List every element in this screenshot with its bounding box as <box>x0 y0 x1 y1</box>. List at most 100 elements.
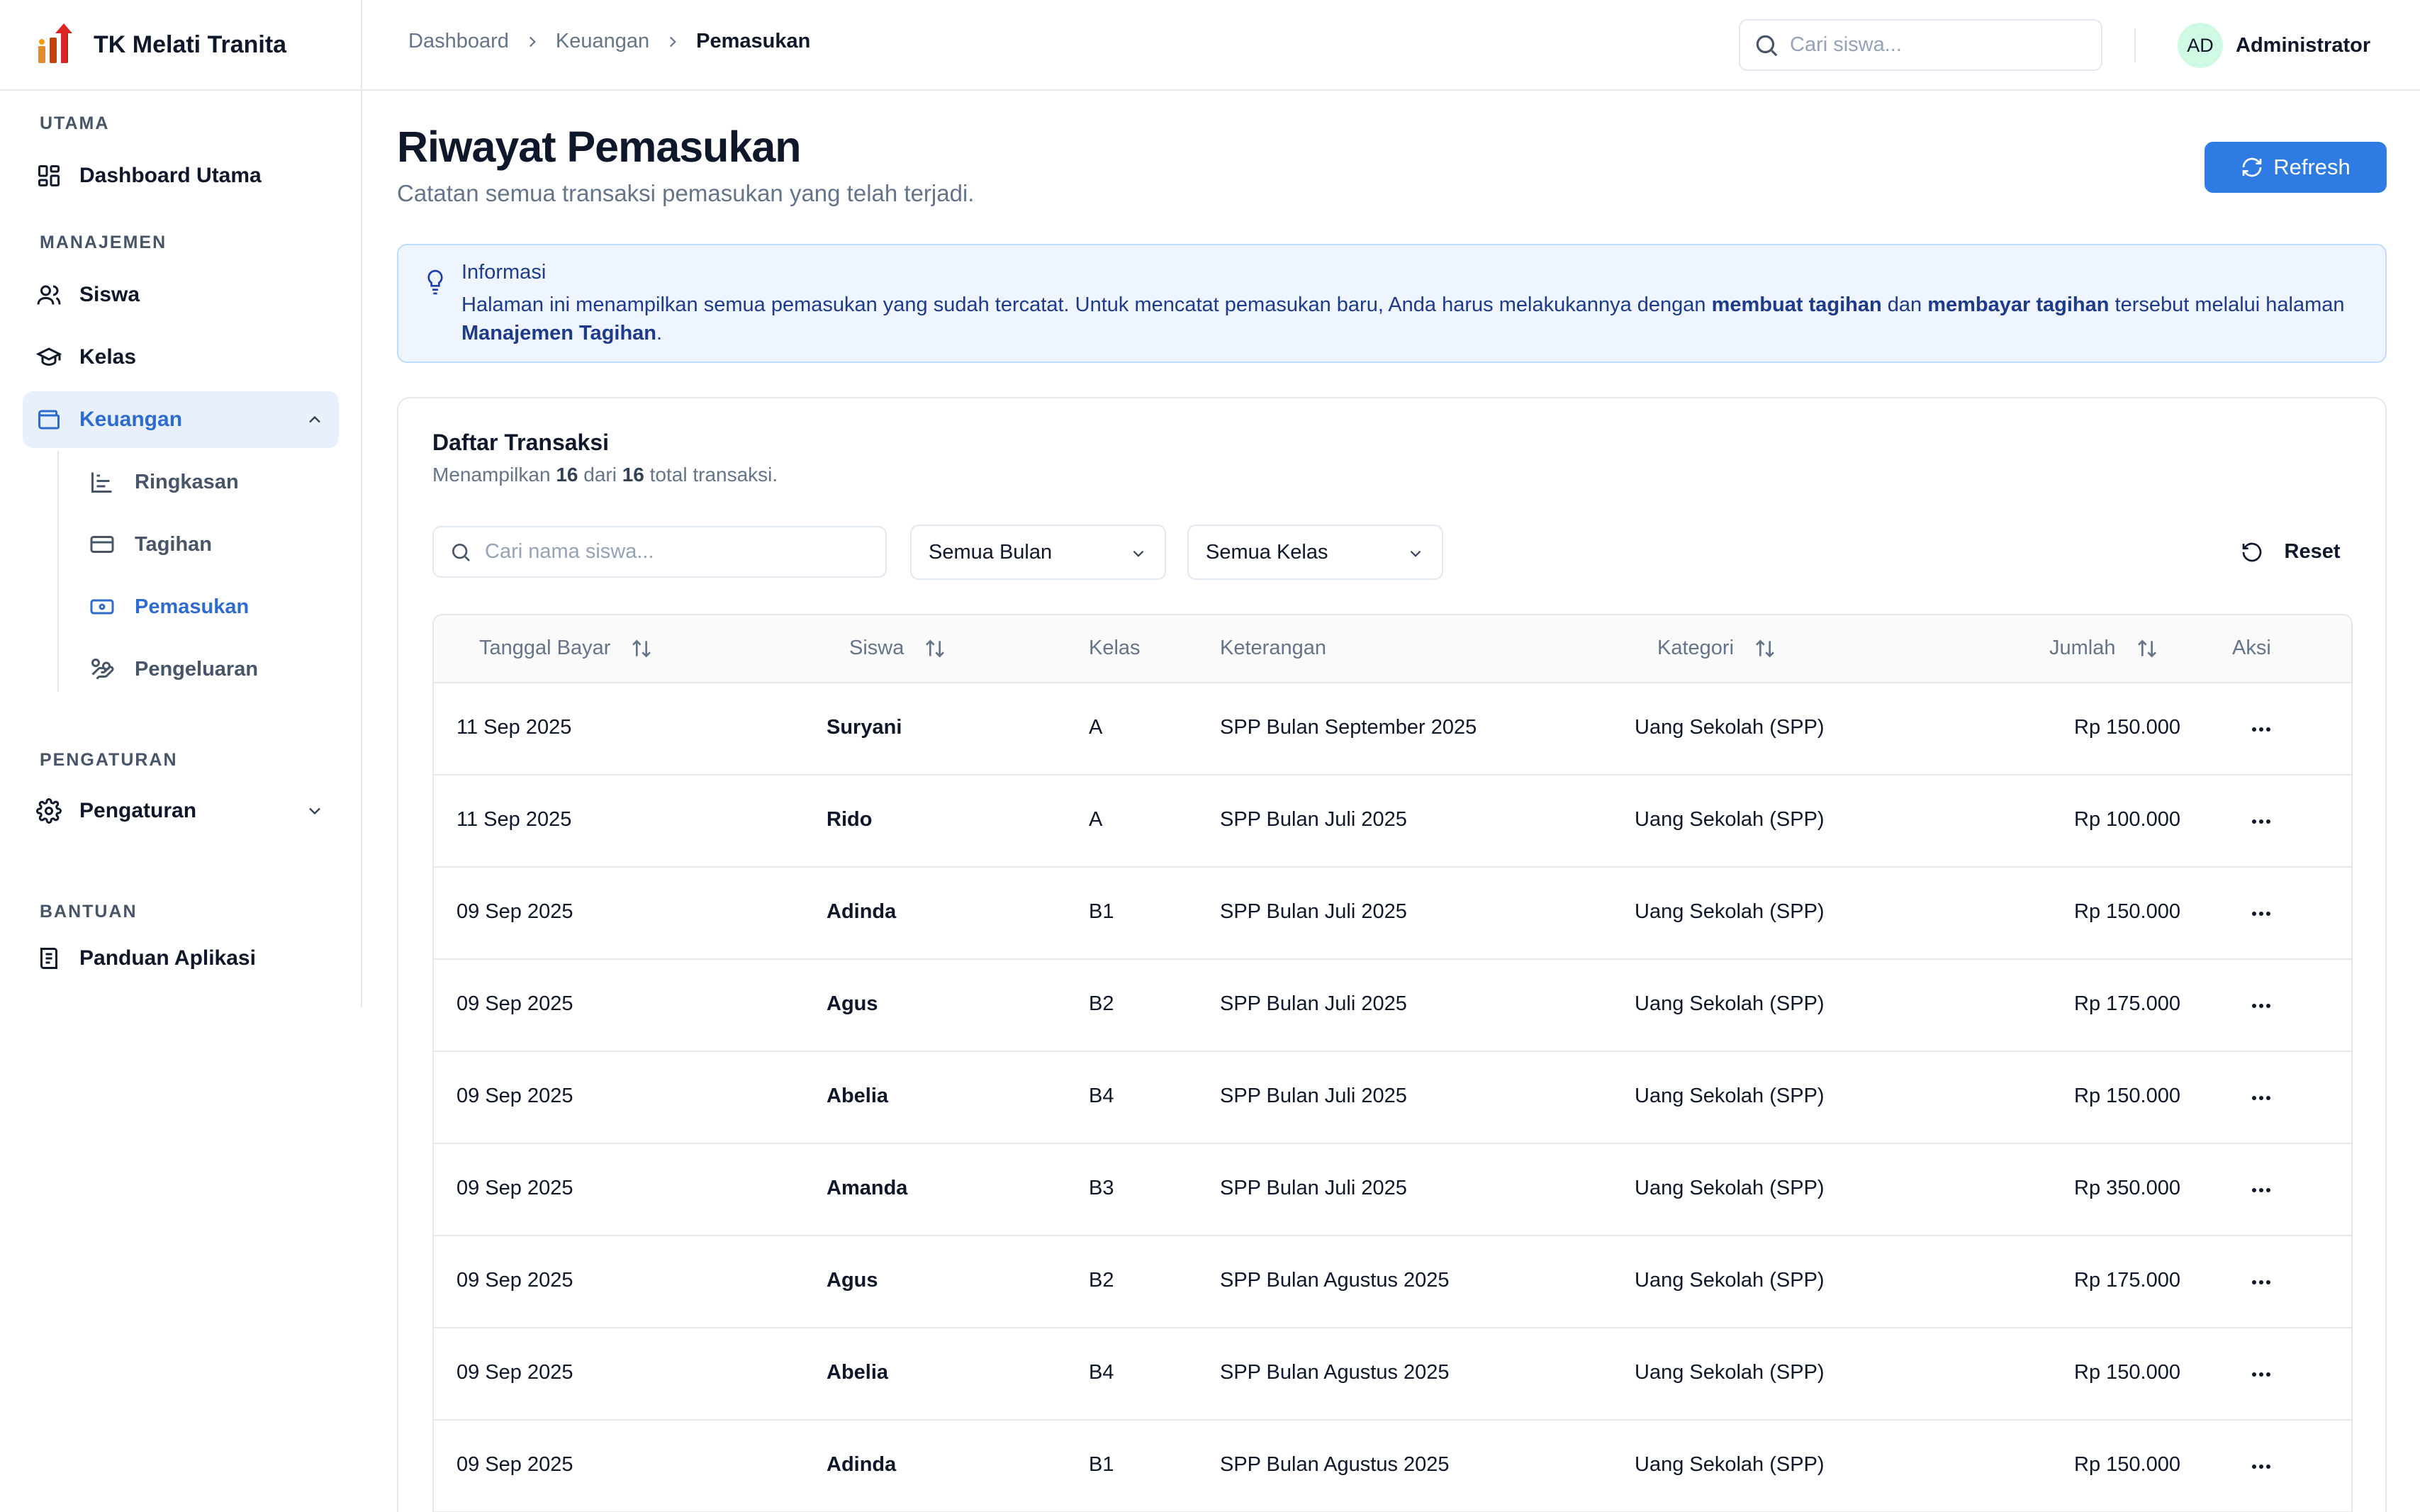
cell-kelas: B2 <box>1089 1269 1114 1292</box>
chevron-down-icon <box>1133 550 1144 557</box>
sidebar-item-siswa[interactable]: Siswa <box>23 267 339 323</box>
th-label: Tanggal Bayar <box>479 637 611 659</box>
cell-siswa: Rido <box>827 808 873 831</box>
header-divider <box>2134 28 2136 62</box>
top-search-input[interactable] <box>1790 33 2101 57</box>
table-header: Tanggal Bayar Siswa Kelas Keterangan Kat… <box>434 615 2351 683</box>
cell-kelas: A <box>1089 808 1103 831</box>
row-actions-button[interactable] <box>2247 1272 2275 1293</box>
section-label-bantuan: BANTUAN <box>40 902 138 922</box>
wallet-icon <box>35 406 62 433</box>
sort-icon <box>2137 639 2156 658</box>
th-kategori[interactable]: Kategori <box>1657 637 1776 660</box>
sidebar-item-pengaturan[interactable]: Pengaturan <box>23 783 339 839</box>
info-bold-membuat-tagihan: membuat tagihan <box>1711 293 1882 316</box>
class-filter-value: Semua Kelas <box>1206 540 1328 564</box>
avatar: AD <box>2178 23 2223 68</box>
cell-kategori: Uang Sekolah (SPP) <box>1635 1269 1825 1292</box>
row-actions-button[interactable] <box>2247 1180 2275 1201</box>
sidebar-item-label: Panduan Aplikasi <box>79 946 256 970</box>
refresh-icon <box>2242 157 2262 177</box>
info-link-manajemen-tagihan[interactable]: Manajemen Tagihan <box>461 322 656 345</box>
more-dot-icon <box>2266 1188 2270 1192</box>
card-title: Daftar Transaksi <box>432 430 610 455</box>
bar-chart-logo-icon <box>38 23 72 63</box>
info-title: Informasi <box>461 261 547 284</box>
info-text-part: dan <box>1881 293 1928 316</box>
th-siswa[interactable]: Siswa <box>849 637 946 660</box>
cell-kategori: Uang Sekolah (SPP) <box>1635 900 1825 923</box>
th-jumlah[interactable]: Jumlah <box>2049 637 2158 660</box>
cell-siswa: Abelia <box>827 1361 889 1384</box>
row-actions-button[interactable] <box>2247 1364 2275 1385</box>
sidebar: TK Melati Tranita UTAMA Dashboard Utama … <box>0 0 362 1008</box>
sidebar-subitem-ringkasan[interactable]: Ringkasan <box>88 457 339 508</box>
sidebar-item-panduan[interactable]: Panduan Aplikasi <box>23 930 339 987</box>
row-actions-button[interactable] <box>2247 811 2275 832</box>
month-filter-select[interactable]: Semua Bulan <box>910 525 1166 580</box>
cell-siswa: Agus <box>827 992 878 1015</box>
cell-jumlah: Rp 150.000 <box>2074 1085 2180 1107</box>
refresh-button[interactable]: Refresh <box>2205 142 2387 193</box>
brand[interactable]: TK Melati Tranita <box>0 0 361 91</box>
row-actions-button[interactable] <box>2247 1087 2275 1109</box>
banknote-icon <box>88 593 116 621</box>
reset-button[interactable]: Reset <box>2223 526 2358 578</box>
cell-kategori: Uang Sekolah (SPP) <box>1635 1177 1825 1199</box>
th-tanggal[interactable]: Tanggal Bayar <box>479 637 653 660</box>
more-dot-icon <box>2259 1280 2263 1284</box>
student-search-box[interactable] <box>432 526 887 578</box>
top-search-box[interactable] <box>1739 19 2102 71</box>
row-actions-button[interactable] <box>2247 1456 2275 1477</box>
table-row: 11 Sep 2025 Suryani A SPP Bulan September 2… <box>434 683 2351 775</box>
cell-kategori: Uang Sekolah (SPP) <box>1635 992 1825 1015</box>
sidebar-item-label: Keuangan <box>79 408 183 431</box>
student-search-input[interactable] <box>485 540 885 564</box>
cell-jumlah: Rp 150.000 <box>2074 1453 2180 1476</box>
user-menu[interactable]: AD Administrator <box>2178 23 2370 68</box>
class-filter-select[interactable]: Semua Kelas <box>1187 525 1443 580</box>
page-subtitle: Catatan semua transaksi pemasukan yang t… <box>397 180 975 206</box>
breadcrumb-dashboard[interactable]: Dashboard <box>408 30 509 53</box>
cell-keterangan: SPP Bulan Juli 2025 <box>1220 900 1407 923</box>
th-label: Keterangan <box>1220 637 1326 659</box>
cell-tanggal: 09 Sep 2025 <box>456 1453 573 1476</box>
transactions-card: Daftar Transaksi Menampilkan 16 dari 16 … <box>397 397 2387 1512</box>
info-alert: Informasi Halaman ini menampilkan semua … <box>397 244 2387 363</box>
cell-tanggal: 09 Sep 2025 <box>456 900 573 923</box>
table-row: 09 Sep 2025 Adinda B1 SPP Bulan Agustus 202… <box>434 1421 2351 1512</box>
breadcrumb-keuangan[interactable]: Keuangan <box>556 30 649 53</box>
chevron-down-icon <box>1410 550 1421 557</box>
cell-tanggal: 11 Sep 2025 <box>456 808 572 831</box>
sidebar-item-kelas[interactable]: Kelas <box>23 329 339 386</box>
more-dot-icon <box>2259 1004 2263 1008</box>
sort-icon <box>926 639 945 658</box>
chevron-up-icon <box>309 415 320 423</box>
grid-icon <box>35 162 62 189</box>
more-dot-icon <box>2259 1465 2263 1469</box>
more-dot-icon <box>2259 912 2263 916</box>
more-dot-icon <box>2252 819 2256 824</box>
card-sub-text: Menampilkan <box>432 464 556 486</box>
credit-card-icon <box>88 530 116 559</box>
table-row: 09 Sep 2025 Abelia B4 SPP Bulan Juli 2025 Ua… <box>434 1052 2351 1144</box>
sidebar-item-dashboard[interactable]: Dashboard Utama <box>23 147 339 204</box>
card-sub-text: total transaksi. <box>644 464 778 486</box>
cell-keterangan: SPP Bulan Agustus 2025 <box>1220 1361 1450 1384</box>
hand-coins-icon <box>88 655 116 683</box>
row-actions-button[interactable] <box>2247 903 2275 924</box>
cell-tanggal: 09 Sep 2025 <box>456 1361 573 1384</box>
sidebar-subitem-pengeluaran[interactable]: Pengeluaran <box>88 644 339 695</box>
row-actions-button[interactable] <box>2247 719 2275 740</box>
sidebar-subitem-tagihan[interactable]: Tagihan <box>88 519 339 570</box>
brand-name: TK Melati Tranita <box>94 30 287 58</box>
sidebar-item-keuangan[interactable]: Keuangan <box>23 391 339 448</box>
cell-keterangan: SPP Bulan Agustus 2025 <box>1220 1269 1450 1292</box>
more-dot-icon <box>2252 1096 2256 1100</box>
cell-keterangan: SPP Bulan Juli 2025 <box>1220 992 1407 1015</box>
more-dot-icon <box>2252 1188 2256 1192</box>
sidebar-subitem-pemasukan[interactable]: Pemasukan <box>88 581 339 632</box>
info-text-part: Halaman ini menampilkan semua pemasukan … <box>461 293 1712 316</box>
cell-kategori: Uang Sekolah (SPP) <box>1635 1085 1825 1107</box>
row-actions-button[interactable] <box>2247 995 2275 1017</box>
